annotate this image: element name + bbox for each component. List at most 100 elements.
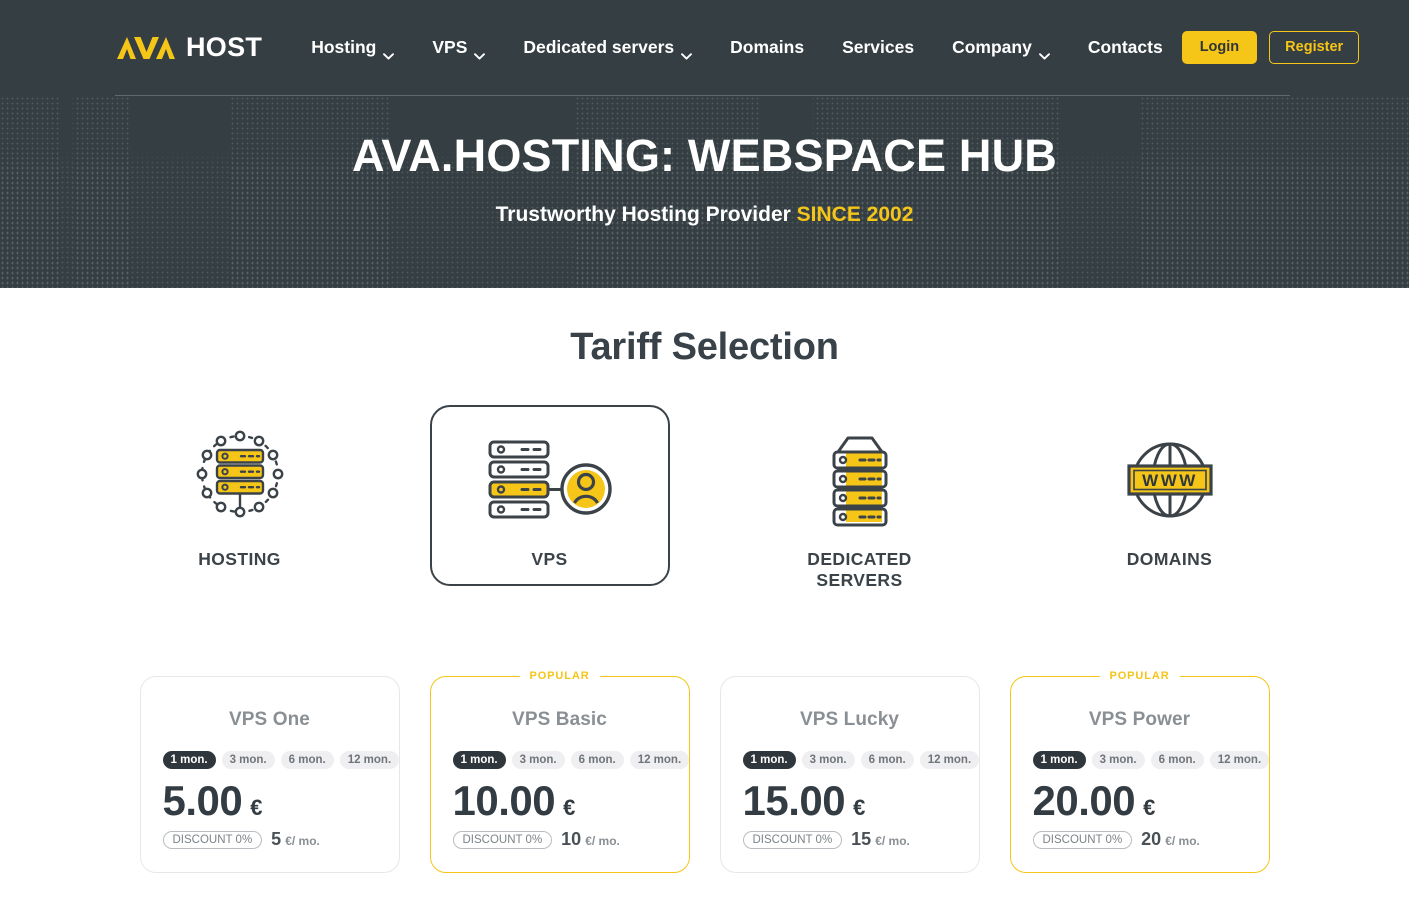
nav-item-label: Contacts [1087,37,1163,57]
plan-price: 10.00 € [453,779,667,823]
per-month-value: 15 [851,829,872,850]
discount-badge: DISCOUNT 0% [1032,830,1133,849]
category-label: DEDICATED SERVERS [807,549,912,590]
popular-badge: POPULAR [519,668,600,685]
discount-badge: DISCOUNT 0% [452,830,553,849]
term-selector: 1 mon. 3 mon. 6 mon. 12 mon. [1032,751,1270,770]
plan-price-currency: € [250,795,263,821]
chevron-down-icon [383,44,395,60]
plan-discount-row: DISCOUNT 0% 20 €/ mo. [1032,829,1247,850]
term-option-6-mon[interactable]: 6 mon. [570,751,624,770]
nav-item-hosting[interactable]: Hosting [292,29,413,66]
hero-copy: AVA.HOSTING: WEBSPACE HUB Trustworthy Ho… [0,95,1409,227]
pricing-card-vps-one[interactable]: VPS One 1 mon. 3 mon. 6 mon. 12 mon. 5.0… [139,676,400,874]
per-month-value: 20 [1141,829,1162,850]
vps-server-user-icon [480,425,620,535]
site-logo[interactable]: HOST [115,34,262,61]
per-month-value: 10 [561,829,582,850]
pricing-card-vps-basic[interactable]: POPULAR VPS Basic 1 mon. 3 mon. 6 mon. 1… [429,668,690,874]
category-label: DOMAINS [1126,549,1213,569]
nav-item-vps[interactable]: VPS [413,29,504,66]
per-month-price: 15 €/ mo. [851,829,910,850]
nav-actions: Login Register [1181,31,1360,64]
plan-name: VPS Power [1088,709,1191,731]
discount-badge: DISCOUNT 0% [162,830,263,849]
plan-price-value: 15.00 [742,777,846,825]
chevron-down-icon [474,44,486,60]
nav-item-domains[interactable]: Domains [711,29,823,66]
term-option-1-mon[interactable]: 1 mon. [162,751,216,770]
plan-name: VPS Basic [512,709,607,731]
pricing-card-vps-power[interactable]: POPULAR VPS Power 1 mon. 3 mon. 6 mon. 1… [1009,668,1270,874]
plan-discount-row: DISCOUNT 0% 15 €/ mo. [742,829,957,850]
pricing-cards-row: VPS One 1 mon. 3 mon. 6 mon. 12 mon. 5.0… [0,668,1409,874]
hero-subtitle-prefix: Trustworthy Hosting Provider [495,203,791,227]
term-option-3-mon[interactable]: 3 mon. [801,751,855,770]
page-title: Tariff Selection [570,326,839,368]
term-option-3-mon[interactable]: 3 mon. [511,751,565,770]
per-month-unit: €/ mo. [285,834,320,849]
hero-subtitle: Trustworthy Hosting Provider SINCE 2002 [0,203,1409,227]
term-selector: 1 mon. 3 mon. 6 mon. 12 mon. [742,751,980,770]
per-month-price: 10 €/ mo. [561,829,620,850]
popular-badge: POPULAR [1099,668,1180,685]
svg-text:WWW: WWW [1142,471,1198,490]
pricing-card-vps-lucky[interactable]: VPS Lucky 1 mon. 3 mon. 6 mon. 12 mon. 1… [719,676,980,874]
globe-www-icon: WWW [1110,425,1230,535]
tariff-selection-section: Tariff Selection HOSTING VPS DEDICATED S… [0,288,1409,874]
term-option-12-mon[interactable]: 12 mon. [919,751,980,770]
per-month-unit: €/ mo. [585,834,620,849]
category-label: HOSTING [198,549,281,569]
hero-section: HOST Hosting VPS Dedicated servers Domai… [0,0,1409,288]
term-option-12-mon[interactable]: 12 mon. [1209,751,1270,770]
term-option-1-mon[interactable]: 1 mon. [452,751,506,770]
plan-price-value: 10.00 [452,777,556,825]
term-option-3-mon[interactable]: 3 mon. [221,751,275,770]
nav-item-label: Dedicated servers [523,37,675,57]
term-option-3-mon[interactable]: 3 mon. [1091,751,1145,770]
per-month-price: 5 €/ mo. [271,829,320,850]
plan-price-value: 5.00 [162,777,243,825]
category-tile-domains[interactable]: WWW DOMAINS [1050,405,1290,586]
per-month-value: 5 [271,829,282,850]
nav-item-services[interactable]: Services [823,29,933,66]
nav-item-label: Company [952,37,1032,57]
chevron-down-icon [681,44,693,60]
server-rack-icon [804,425,916,535]
plan-name: VPS Lucky [799,709,900,731]
term-selector: 1 mon. 3 mon. 6 mon. 12 mon. [452,751,690,770]
term-option-6-mon[interactable]: 6 mon. [280,751,334,770]
category-tile-dedicated-servers[interactable]: DEDICATED SERVERS [740,405,980,606]
per-month-unit: €/ mo. [1165,834,1200,849]
plan-discount-row: DISCOUNT 0% 5 €/ mo. [162,829,377,850]
plan-price-currency: € [853,795,866,821]
plan-discount-row: DISCOUNT 0% 10 €/ mo. [452,829,667,850]
term-option-6-mon[interactable]: 6 mon. [1150,751,1204,770]
term-option-12-mon[interactable]: 12 mon. [339,751,400,770]
header-divider [115,95,1290,96]
per-month-unit: €/ mo. [875,834,910,849]
category-selector: HOSTING VPS DEDICATED SERVERS WWW DOMAIN… [0,405,1409,606]
category-tile-hosting[interactable]: HOSTING [120,405,360,586]
plan-price-currency: € [563,795,576,821]
nav-item-contacts[interactable]: Contacts [1069,29,1182,66]
register-button[interactable]: Register [1269,31,1360,64]
term-selector: 1 mon. 3 mon. 6 mon. 12 mon. [162,751,400,770]
plan-price-currency: € [1143,795,1156,821]
nav-item-label: VPS [432,37,468,57]
nav-links: Hosting VPS Dedicated servers Domains Se… [292,29,1182,66]
term-option-1-mon[interactable]: 1 mon. [742,751,796,770]
term-option-1-mon[interactable]: 1 mon. [1032,751,1086,770]
nav-item-label: Services [842,37,915,57]
network-server-icon [184,425,296,535]
login-button[interactable]: Login [1181,31,1258,64]
nav-item-dedicated-servers[interactable]: Dedicated servers [504,29,711,66]
main-navigation-bar: HOST Hosting VPS Dedicated servers Domai… [0,0,1409,95]
ava-logo-mark [115,35,179,61]
term-option-6-mon[interactable]: 6 mon. [860,751,914,770]
plan-price-value: 20.00 [1032,777,1136,825]
category-tile-vps[interactable]: VPS [429,405,670,586]
term-option-12-mon[interactable]: 12 mon. [629,751,690,770]
plan-name: VPS One [229,709,310,731]
nav-item-company[interactable]: Company [933,29,1069,66]
